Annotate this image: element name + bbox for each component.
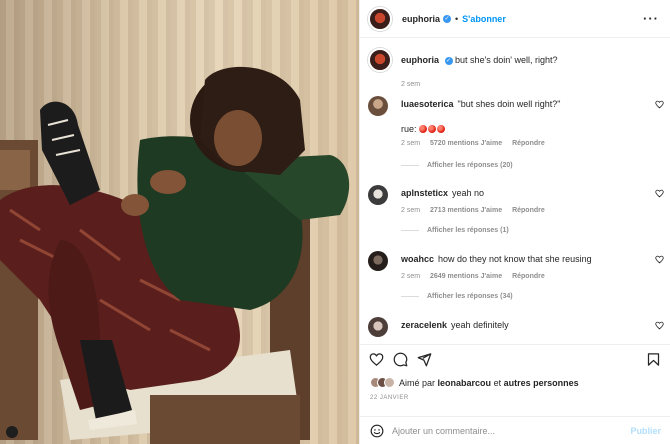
likes-others[interactable]: autres personnes xyxy=(504,378,579,388)
comment-text: yeah definitely xyxy=(451,320,509,330)
comment-time: 2 sem xyxy=(401,273,421,280)
comment-text: yeah no xyxy=(452,188,485,198)
photo-corner-dot xyxy=(6,426,18,438)
comment-body: luaesoterica "but shes doin well right?" … xyxy=(401,98,649,135)
replies-line xyxy=(401,229,419,231)
comment-avatar[interactable] xyxy=(368,96,388,116)
verified-icon: ✓ xyxy=(443,14,452,23)
instagram-post: euphoria ✓ • S'abonner ··· euphoria ✓ bu… xyxy=(0,0,670,444)
view-replies-button[interactable]: Afficher les réponses (1) xyxy=(401,227,509,234)
view-replies-label: Afficher les réponses (20) xyxy=(427,162,513,169)
replies-line xyxy=(401,295,419,297)
separator-dot: • xyxy=(455,13,459,24)
view-replies-label: Afficher les réponses (34) xyxy=(427,293,513,300)
add-comment-bar: Publier xyxy=(360,416,670,444)
comment-time: 2 sem xyxy=(401,207,421,214)
post-header: euphoria ✓ • S'abonner ··· xyxy=(360,0,670,38)
bookmark-icon[interactable] xyxy=(646,352,661,367)
likes-text[interactable]: Aimé par leonabarcou et autres personnes xyxy=(399,378,579,388)
comment-heart-icon[interactable] xyxy=(655,189,664,198)
comments-list[interactable]: euphoria ✓ but she's doin' well, right? … xyxy=(360,39,670,343)
comment-username[interactable]: woahcc xyxy=(401,254,434,264)
view-replies-button[interactable]: Afficher les réponses (20) xyxy=(401,162,513,169)
post-actions xyxy=(360,344,670,374)
comment-icon[interactable] xyxy=(393,352,408,367)
post-photo[interactable] xyxy=(0,0,359,444)
comment-avatar[interactable] xyxy=(368,317,388,337)
comment-body: aplnsteticx yeah no xyxy=(401,187,649,199)
red-circle-emoji-icon xyxy=(428,125,437,133)
view-replies-button[interactable]: Afficher les réponses (34) xyxy=(401,293,513,300)
comment-likes[interactable]: 2649 mentions J'aime xyxy=(430,273,502,280)
reply-button[interactable]: Répondre xyxy=(512,207,545,214)
comment-username[interactable]: zeracelenk xyxy=(401,320,447,330)
comment-meta: 2 sem 2649 mentions J'aime Répondre xyxy=(401,273,553,280)
photo-illustration xyxy=(0,66,350,444)
caption-avatar[interactable] xyxy=(368,48,392,72)
view-replies-label: Afficher les réponses (1) xyxy=(427,227,509,234)
likes-summary: Aimé par leonabarcou et autres personnes xyxy=(370,377,579,388)
comment-username[interactable]: aplnsteticx xyxy=(401,188,448,198)
follow-button[interactable]: S'abonner xyxy=(462,14,506,24)
comment-text: how do they not know that she reusing xyxy=(438,254,592,264)
comment-extra-text: rue: xyxy=(401,124,417,134)
more-options-icon[interactable]: ··· xyxy=(643,11,659,26)
red-circle-emoji-icon xyxy=(437,125,446,133)
share-icon[interactable] xyxy=(417,352,432,367)
comment-text: "but shes doin well right?" xyxy=(457,99,561,109)
comment-extra: rue: xyxy=(401,123,649,135)
comment-time: 2 sem xyxy=(401,140,421,147)
reply-button[interactable]: Répondre xyxy=(512,140,545,147)
comment-username[interactable]: luaesoterica xyxy=(401,99,454,109)
comment-likes[interactable]: 5720 mentions J'aime xyxy=(430,140,502,147)
comment-input[interactable] xyxy=(392,423,612,439)
comment-heart-icon[interactable] xyxy=(655,321,664,330)
heart-icon[interactable] xyxy=(369,352,384,367)
account-avatar[interactable] xyxy=(368,6,392,31)
publish-button[interactable]: Publier xyxy=(630,426,661,436)
caption-time: 2 sem xyxy=(401,81,421,88)
post-date[interactable]: 22 JANVIER xyxy=(370,395,409,401)
caption-username[interactable]: euphoria xyxy=(401,55,439,65)
comment-likes[interactable]: 2713 mentions J'aime xyxy=(430,207,502,214)
comment-body: woahcc how do they not know that she reus… xyxy=(401,253,649,265)
replies-line xyxy=(401,164,419,166)
likes-prefix: Aimé par xyxy=(399,377,436,388)
comment-meta: 2 sem 2713 mentions J'aime Répondre xyxy=(401,207,553,214)
comment-body: zeracelenk yeah definitely xyxy=(401,319,649,331)
comment-heart-icon[interactable] xyxy=(655,100,664,109)
comment-meta: 2 sem 5720 mentions J'aime Répondre xyxy=(401,140,553,147)
liker-avatar xyxy=(384,377,395,388)
account-username[interactable]: euphoria xyxy=(402,14,440,24)
verified-icon: ✓ xyxy=(444,56,453,65)
likes-user[interactable]: leonabarcou xyxy=(438,378,492,388)
post-sidebar: euphoria ✓ • S'abonner ··· euphoria ✓ bu… xyxy=(359,0,670,444)
reply-button[interactable]: Répondre xyxy=(512,273,545,280)
comment-avatar[interactable] xyxy=(368,251,388,271)
emoji-icon[interactable] xyxy=(370,424,384,438)
comment-heart-icon[interactable] xyxy=(655,255,664,264)
comment-avatar[interactable] xyxy=(368,185,388,205)
likes-suffix: et xyxy=(493,377,502,388)
red-circle-emoji-icon xyxy=(419,125,428,133)
caption-text-line: euphoria ✓ but she's doin' well, right? xyxy=(401,55,651,65)
caption-text: but she's doin' well, right? xyxy=(455,55,558,65)
